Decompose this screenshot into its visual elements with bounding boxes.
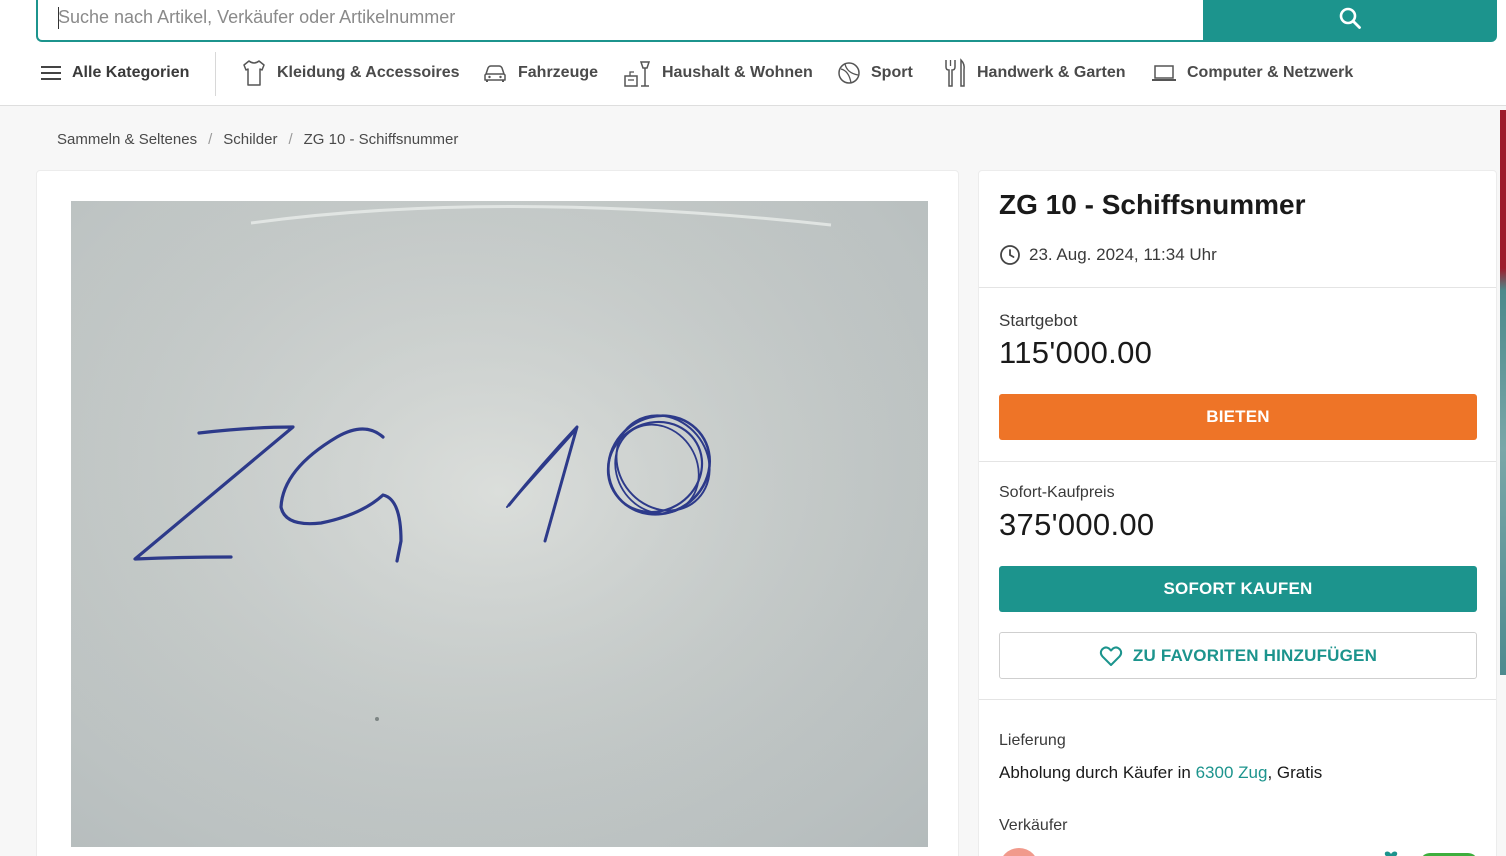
nav-item-kleidung[interactable]: Kleidung & Accessoires: [241, 58, 460, 88]
add-to-favorites-button[interactable]: ZU FAVORITEN HINZUFÜGEN: [999, 632, 1477, 679]
nav-item-label: Sport: [871, 64, 913, 81]
search-input[interactable]: [58, 2, 1158, 32]
tools-icon: [945, 58, 965, 87]
breadcrumb-separator: /: [208, 130, 213, 148]
delivery-suffix: , Gratis: [1267, 763, 1323, 782]
household-icon: [624, 61, 651, 87]
listing-details: ZG 10 - Schiffsnummer 23. Aug. 2024, 11:…: [978, 170, 1497, 856]
site-header: Alle Kategorien Kleidung & Accessoires F…: [0, 0, 1506, 106]
bid-button[interactable]: BIETEN: [999, 394, 1477, 440]
start-bid-label: Startgebot: [999, 311, 1078, 330]
breadcrumb-separator: /: [288, 130, 293, 148]
delivery-label: Lieferung: [999, 732, 1066, 749]
all-categories-button[interactable]: Alle Kategorien: [40, 58, 189, 88]
nav-divider: [215, 52, 216, 96]
search-button[interactable]: [1203, 0, 1497, 42]
heart-icon: [1099, 645, 1123, 666]
image-gallery: [36, 170, 959, 856]
breadcrumb-item[interactable]: Sammeln & Seltenes: [57, 131, 197, 148]
favorite-label: ZU FAVORITEN HINZUFÜGEN: [1132, 645, 1378, 665]
laptop-icon: [1152, 65, 1176, 81]
background-edge: [1500, 110, 1506, 675]
nav-item-label: Fahrzeuge: [518, 64, 599, 81]
nav-item-label: Haushalt & Wohnen: [662, 64, 813, 81]
delivery-info: Abholung durch Käufer in 6300 Zug, Grati…: [999, 763, 1322, 783]
seller-avatar[interactable]: [999, 848, 1039, 856]
search-box[interactable]: [36, 0, 1206, 42]
nav-item-sport[interactable]: Sport: [837, 58, 913, 88]
listing-date: 23. Aug. 2024, 11:34 Uhr: [1029, 245, 1217, 264]
breadcrumb-item[interactable]: Schilder: [223, 131, 277, 148]
nav-item-computer[interactable]: Computer & Netzwerk: [1151, 58, 1353, 88]
text-cursor: [58, 7, 59, 29]
delivery-location-link[interactable]: 6300 Zug: [1196, 763, 1268, 782]
clock-icon: [1000, 245, 1020, 265]
ball-icon: [838, 62, 860, 84]
nav-item-label: Computer & Netzwerk: [1187, 64, 1354, 81]
menu-icon: [41, 66, 61, 80]
all-categories-label: Alle Kategorien: [72, 64, 190, 81]
buy-now-button[interactable]: SOFORT KAUFEN: [999, 566, 1477, 612]
buy-now-price: 375'000.00: [999, 507, 1155, 542]
category-nav: Alle Kategorien Kleidung & Accessoires F…: [0, 50, 1506, 96]
nav-item-label: Handwerk & Garten: [977, 64, 1126, 81]
product-photo[interactable]: [71, 201, 928, 847]
divider: [979, 699, 1496, 700]
car-icon: [484, 65, 506, 82]
breadcrumb-item[interactable]: ZG 10 - Schiffsnummer: [304, 131, 459, 148]
nav-item-fahrzeuge[interactable]: Fahrzeuge: [482, 58, 598, 88]
listing-date-row: 23. Aug. 2024, 11:34 Uhr: [999, 244, 1217, 266]
listing-title: ZG 10 - Schiffsnummer: [999, 189, 1306, 220]
divider: [979, 287, 1496, 288]
nav-item-haushalt[interactable]: Haushalt & Wohnen: [624, 58, 813, 88]
start-bid-price: 115'000.00: [999, 335, 1153, 370]
delivery-prefix: Abholung durch Käufer in: [999, 763, 1196, 782]
buy-now-label: Sofort-Kaufpreis: [999, 484, 1115, 501]
search-icon: [1339, 7, 1361, 29]
nav-item-handwerk[interactable]: Handwerk & Garten: [943, 58, 1125, 88]
shirt-icon: [243, 60, 265, 86]
nav-item-label: Kleidung & Accessoires: [277, 64, 460, 81]
seller-heart-icon: [1384, 851, 1398, 856]
breadcrumb: Sammeln & Seltenes / Schilder / ZG 10 - …: [57, 129, 458, 149]
seller-label: Verkäufer: [999, 817, 1068, 834]
divider: [979, 461, 1496, 462]
